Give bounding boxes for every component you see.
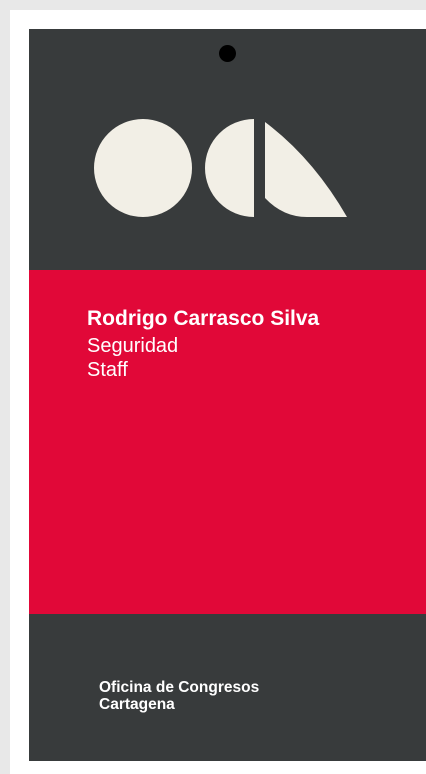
occ-logo-icon — [94, 119, 347, 217]
attendee-department: Seguridad — [87, 335, 179, 357]
lanyard-hole — [219, 45, 236, 62]
organization-line-2: Cartagena — [99, 696, 175, 713]
attendee-category: Staff — [87, 359, 128, 381]
organization-line-1: Oficina de Congresos — [99, 679, 260, 696]
organization-name: Oficina de Congresos Cartagena — [99, 679, 259, 713]
attendee-name: Rodrigo Carrasco Silva — [87, 307, 320, 330]
